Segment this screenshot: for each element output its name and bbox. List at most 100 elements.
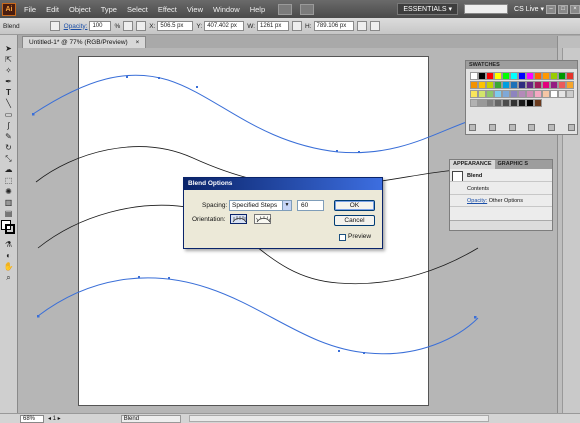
bridge-icon[interactable] — [278, 3, 293, 15]
swatch-libraries-icon[interactable] — [469, 124, 476, 131]
swatch[interactable] — [534, 81, 542, 89]
w-field[interactable]: 1261 px — [257, 21, 290, 31]
warp-tool-icon[interactable]: ☁ — [2, 164, 15, 175]
menu-select[interactable]: Select — [122, 5, 153, 14]
swatch[interactable] — [518, 81, 526, 89]
gradient-tool-icon[interactable]: ▤ — [2, 208, 15, 219]
x-field[interactable]: 506.5 px — [157, 21, 194, 31]
magic-wand-tool-icon[interactable]: ✧ — [2, 65, 15, 76]
eyedropper-tool-icon[interactable]: ⚗ — [2, 239, 15, 250]
pencil-tool-icon[interactable]: ✎ — [2, 131, 15, 142]
stroke-color-icon[interactable] — [49, 21, 60, 31]
horizontal-scrollbar[interactable] — [188, 415, 489, 422]
recolor-artwork-icon[interactable] — [123, 21, 134, 31]
hand-tool-icon[interactable]: ✋ — [2, 261, 15, 272]
status-field[interactable]: Blend — [120, 414, 181, 423]
swatch-options-icon[interactable] — [508, 124, 516, 131]
preview-label[interactable]: Preview — [348, 233, 371, 240]
artboard-navigation[interactable]: ◂ 1 ▸ — [48, 415, 61, 422]
reference-point-icon[interactable] — [136, 21, 147, 31]
align-to-page-icon[interactable] — [230, 214, 247, 224]
menu-window[interactable]: Window — [208, 5, 245, 14]
swatch[interactable] — [526, 72, 534, 80]
menu-file[interactable]: File — [19, 5, 41, 14]
tab-appearance[interactable]: APPEARANCE — [450, 160, 495, 169]
swatch[interactable] — [486, 99, 494, 107]
swatch[interactable] — [470, 90, 478, 98]
stroke-swatch[interactable] — [5, 224, 15, 234]
ok-button[interactable]: OK — [334, 200, 375, 211]
menu-type[interactable]: Type — [96, 5, 122, 14]
swatch[interactable] — [478, 81, 486, 89]
swatch[interactable] — [550, 72, 558, 80]
preview-checkbox[interactable] — [339, 234, 346, 241]
paintbrush-tool-icon[interactable]: ∫ — [2, 120, 15, 131]
swatch[interactable] — [534, 99, 542, 107]
minimize-icon[interactable]: – — [546, 4, 556, 14]
swatch[interactable] — [542, 81, 550, 89]
opacity-link[interactable]: Opacity: — [467, 198, 487, 204]
direct-selection-tool-icon[interactable]: ⇱ — [2, 54, 15, 65]
menu-edit[interactable]: Edit — [41, 5, 64, 14]
swatch[interactable] — [566, 72, 574, 80]
swatch[interactable] — [502, 99, 510, 107]
swatch[interactable] — [478, 99, 486, 107]
swatch[interactable] — [494, 81, 502, 89]
zoom-tool-icon[interactable]: ⌕ — [2, 272, 15, 283]
swatch[interactable] — [534, 90, 542, 98]
close-tab-icon[interactable]: × — [136, 39, 140, 46]
zoom-field[interactable]: 68% — [20, 414, 44, 423]
swatch[interactable] — [542, 90, 550, 98]
type-tool-icon[interactable]: T — [2, 87, 15, 98]
swatch[interactable] — [510, 90, 518, 98]
swatch[interactable] — [526, 81, 534, 89]
swatch[interactable] — [510, 81, 518, 89]
constrain-proportions-icon[interactable] — [292, 21, 303, 31]
panel-menu-icon[interactable] — [369, 21, 380, 31]
swatch[interactable] — [542, 72, 550, 80]
swatch[interactable] — [478, 72, 486, 80]
swatch[interactable] — [518, 90, 526, 98]
arrange-documents-icon[interactable] — [300, 3, 315, 15]
swatch[interactable] — [486, 72, 494, 80]
swatch[interactable] — [494, 72, 502, 80]
search-input[interactable] — [464, 4, 509, 14]
swatch[interactable] — [518, 99, 526, 107]
graph-tool-icon[interactable]: ▥ — [2, 197, 15, 208]
free-transform-icon[interactable]: ⬚ — [2, 175, 15, 186]
transform-icon[interactable] — [356, 21, 367, 31]
appearance-opacity-row[interactable]: Opacity: Other Options — [450, 196, 552, 207]
show-swatch-kinds-icon[interactable] — [488, 124, 496, 131]
pen-tool-icon[interactable]: ✒ — [2, 76, 15, 87]
symbol-sprayer-icon[interactable]: ✺ — [2, 186, 15, 197]
swatch[interactable] — [502, 90, 510, 98]
menu-help[interactable]: Help — [245, 5, 270, 14]
h-field[interactable]: 789.106 px — [313, 21, 354, 31]
rotate-tool-icon[interactable]: ↻ — [2, 142, 15, 153]
document-tab[interactable]: Untitled-1* @ 77% (RGB/Preview) × — [22, 36, 147, 48]
chevron-down-icon[interactable]: ▼ — [282, 201, 291, 210]
menu-object[interactable]: Object — [64, 5, 96, 14]
swatch[interactable] — [558, 90, 566, 98]
cs-live-button[interactable]: CS Live ▾ — [514, 5, 544, 13]
swatch[interactable] — [558, 72, 566, 80]
swatch[interactable] — [550, 81, 558, 89]
menu-effect[interactable]: Effect — [153, 5, 182, 14]
swatch[interactable] — [566, 81, 574, 89]
close-icon[interactable]: × — [570, 4, 580, 14]
cancel-button[interactable]: Cancel — [334, 215, 375, 226]
swatch[interactable] — [502, 81, 510, 89]
spacing-select[interactable]: Specified Steps ▼ — [229, 200, 292, 211]
scale-tool-icon[interactable]: ⤡ — [2, 153, 15, 164]
workspace-switcher[interactable]: ESSENTIALS ▾ — [397, 3, 459, 15]
swatch[interactable] — [494, 90, 502, 98]
swatch[interactable] — [518, 72, 526, 80]
swatches-panel-title[interactable]: SWATCHES — [466, 61, 577, 69]
new-color-group-icon[interactable] — [528, 124, 536, 131]
swatch[interactable] — [478, 90, 486, 98]
y-field[interactable]: 407.402 px — [204, 21, 245, 31]
align-to-path-icon[interactable] — [254, 214, 271, 224]
rectangle-tool-icon[interactable]: ▭ — [2, 109, 15, 120]
tab-graphic-styles[interactable]: GRAPHIC S — [495, 160, 532, 169]
swatch[interactable] — [486, 81, 494, 89]
